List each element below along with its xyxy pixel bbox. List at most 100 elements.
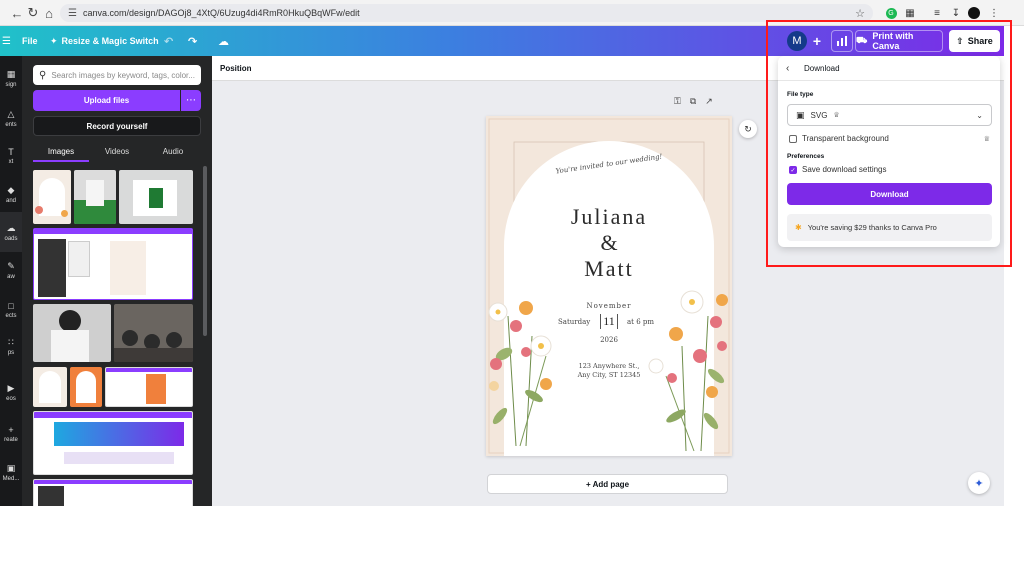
upload-thumbnail[interactable] bbox=[33, 367, 67, 407]
more-options-icon[interactable]: ⋯ bbox=[181, 90, 201, 111]
rail-label: reate bbox=[4, 437, 18, 443]
truck-icon: ⛟ bbox=[856, 35, 868, 45]
upload-thumbnail[interactable] bbox=[33, 304, 111, 362]
upload-thumbnail[interactable] bbox=[33, 479, 193, 506]
transparent-background-label: Transparent background bbox=[802, 134, 889, 143]
download-button[interactable]: Download bbox=[787, 183, 992, 205]
upload-thumbnail[interactable] bbox=[70, 367, 102, 407]
wedding-invitation-design[interactable]: You're invited to our wedding! Juliana &… bbox=[486, 116, 732, 456]
redo-icon[interactable]: ↷ bbox=[188, 26, 197, 56]
bookmark-star-icon[interactable]: ☆ bbox=[855, 7, 865, 20]
bride-name[interactable]: Juliana bbox=[486, 204, 732, 230]
rail-item-videos[interactable]: ▶ eos bbox=[0, 372, 22, 412]
event-day-name[interactable]: Saturday bbox=[558, 318, 590, 326]
rail-label: sign bbox=[5, 81, 17, 88]
extension-green-icon[interactable]: G bbox=[883, 5, 899, 21]
rotate-refresh-icon[interactable]: ↻ bbox=[739, 120, 757, 138]
upload-thumbnail[interactable] bbox=[33, 411, 193, 475]
panel-scrollbar[interactable] bbox=[203, 166, 207, 336]
page-tools: ⚿ ⧉ ↗ bbox=[674, 96, 713, 107]
file-type-select[interactable]: ▣ SVG ♕ ⌄ bbox=[787, 104, 992, 126]
upload-thumbnail[interactable] bbox=[33, 228, 193, 300]
ampersand[interactable]: & bbox=[486, 230, 732, 256]
upload-thumbnail[interactable] bbox=[105, 367, 193, 407]
home-icon[interactable]: ⌂ bbox=[38, 2, 60, 24]
groom-name[interactable]: Matt bbox=[486, 256, 732, 282]
cloud-save-icon[interactable]: ☁ bbox=[218, 26, 229, 56]
venue-address-line2[interactable]: Any City, ST 12345 bbox=[486, 371, 732, 379]
profile-avatar-icon[interactable] bbox=[966, 5, 982, 21]
lock-icon[interactable]: ⚿ bbox=[674, 96, 681, 107]
download-icon[interactable]: ↧ bbox=[948, 5, 964, 21]
back-chevron-icon[interactable]: ‹ bbox=[786, 63, 800, 74]
save-settings-checkbox[interactable]: ✓ bbox=[789, 166, 797, 174]
save-settings-label: Save download settings bbox=[802, 165, 887, 174]
avatar[interactable]: M bbox=[787, 31, 807, 51]
event-month[interactable]: November bbox=[486, 302, 732, 310]
upload-thumbnail[interactable] bbox=[74, 170, 116, 224]
add-collaborator-icon[interactable]: + bbox=[808, 32, 826, 50]
upload-thumbnail[interactable] bbox=[119, 170, 193, 224]
file-menu[interactable]: File bbox=[22, 26, 38, 56]
rail-item-draw[interactable]: ✎ aw bbox=[0, 250, 22, 290]
rail-item-brand[interactable]: ◆ and bbox=[0, 174, 22, 214]
extensions-puzzle-icon[interactable]: ▦ bbox=[902, 5, 918, 21]
video-icon: ▶ bbox=[7, 382, 15, 393]
image-file-icon: ▣ bbox=[796, 109, 805, 120]
upload-cloud-icon: ☁ bbox=[6, 222, 16, 233]
tab-videos[interactable]: Videos bbox=[89, 142, 145, 162]
site-info-icon[interactable]: ☰ bbox=[68, 8, 77, 19]
rail-label: eos bbox=[6, 395, 16, 402]
draw-icon: ✎ bbox=[7, 260, 15, 271]
undo-icon[interactable]: ↶ bbox=[164, 26, 173, 56]
browser-toolbar: ← ↻ ⌂ ☰ canva.com/design/DAGOj8_4XtQ/6Uz… bbox=[0, 0, 1024, 26]
transparent-background-checkbox[interactable] bbox=[789, 135, 797, 143]
upload-thumbnail[interactable] bbox=[33, 170, 71, 224]
canva-editor-window: ← ↻ ⌂ ☰ canva.com/design/DAGOj8_4XtQ/6Uz… bbox=[0, 0, 1024, 576]
resize-magic-switch-button[interactable]: ✦ Resize & Magic Switch bbox=[50, 26, 159, 56]
canva-header: ☰ File ✦ Resize & Magic Switch ↶ ↷ ☁ M +… bbox=[0, 26, 1004, 56]
file-type-value: SVG bbox=[810, 110, 828, 120]
rail-item-apps[interactable]: ∷ ps bbox=[0, 326, 22, 366]
download-header: ‹ Download bbox=[778, 56, 1000, 81]
venue-address-line1[interactable]: 123 Anywhere St., bbox=[486, 362, 732, 370]
tab-images[interactable]: Images bbox=[33, 142, 89, 162]
tab-audio[interactable]: Audio bbox=[145, 142, 201, 162]
analytics-chart-icon[interactable] bbox=[831, 30, 853, 52]
uploads-panel: ⚲ Search images by keyword, tags, color.… bbox=[22, 56, 212, 506]
add-page-icon[interactable]: ↗ bbox=[705, 96, 713, 107]
duplicate-page-icon[interactable]: ⧉ bbox=[690, 96, 696, 107]
print-label: Print with Canva bbox=[872, 31, 914, 51]
magic-assistant-icon[interactable]: ✦ bbox=[968, 472, 990, 494]
uploaded-images-grid bbox=[33, 170, 193, 506]
upload-thumbnail[interactable] bbox=[114, 304, 193, 362]
share-button[interactable]: ⇧ Share bbox=[949, 30, 1000, 52]
upload-files-button[interactable]: Upload files bbox=[33, 90, 180, 111]
rail-item-uploads[interactable]: ☁ oads bbox=[0, 212, 22, 252]
rail-item-media[interactable]: ▣ Med... bbox=[0, 452, 22, 492]
preferences-label: Preferences bbox=[787, 153, 825, 160]
search-input[interactable]: ⚲ Search images by keyword, tags, color.… bbox=[33, 65, 201, 85]
add-page-button[interactable]: + Add page bbox=[487, 474, 728, 494]
pro-savings-banner: ✱ You're saving $29 thanks to Canva Pro bbox=[787, 214, 992, 241]
position-button[interactable]: Position bbox=[220, 64, 252, 73]
event-day[interactable]: 11 bbox=[600, 314, 618, 329]
rail-label: Med... bbox=[2, 475, 20, 482]
main-menu-icon[interactable]: ☰ bbox=[2, 26, 11, 56]
rail-item-design[interactable]: ▦ sign bbox=[0, 58, 22, 98]
left-icon-rail: ▦ sign △ ents Txt ◆ and ☁ oads ✎ aw □ ects ∷ ps… bbox=[0, 56, 22, 506]
media-tabs: Images Videos Audio bbox=[33, 142, 201, 162]
rail-item-projects[interactable]: □ ects bbox=[0, 290, 22, 330]
rail-item-elements[interactable]: △ ents bbox=[0, 98, 22, 138]
browser-menu-icon[interactable]: ⋮ bbox=[986, 5, 1002, 21]
event-year[interactable]: 2026 bbox=[486, 336, 732, 344]
rail-item-create[interactable]: + reate bbox=[0, 414, 22, 454]
rail-label: ps bbox=[7, 349, 15, 356]
reading-list-icon[interactable]: ≡ bbox=[929, 5, 945, 21]
download-panel: ‹ Download File type ▣ SVG ♕ ⌄ Transpare… bbox=[778, 56, 1000, 247]
record-yourself-button[interactable]: Record yourself bbox=[33, 116, 201, 136]
address-bar[interactable]: ☰ canva.com/design/DAGOj8_4XtQ/6Uzug4di4… bbox=[60, 4, 873, 22]
rail-item-text[interactable]: Txt bbox=[0, 136, 22, 176]
print-with-canva-button[interactable]: ⛟ Print with Canva bbox=[855, 30, 943, 52]
event-time[interactable]: at 6 pm bbox=[627, 318, 654, 326]
